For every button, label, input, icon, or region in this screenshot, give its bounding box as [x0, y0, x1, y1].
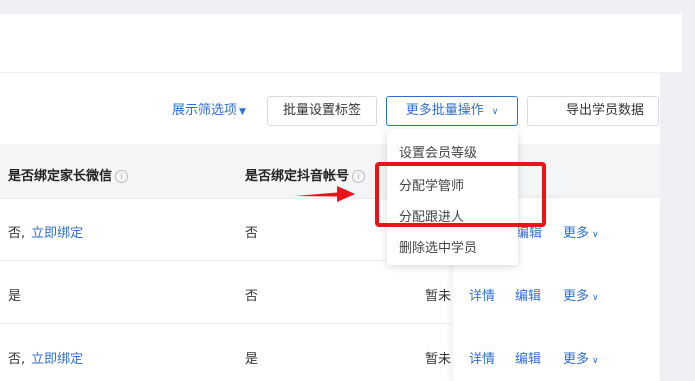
batch-set-label-button[interactable]: 批量设置标签: [267, 96, 377, 126]
table-row-wechat-cell: 否, 立即绑定: [8, 222, 83, 241]
cell-value: 否,: [8, 352, 26, 367]
more-link[interactable]: 更多 ∨: [563, 285, 599, 304]
column-header-label: 是否绑定家长微信: [8, 169, 113, 184]
show-filters-label: 展示筛选项: [172, 103, 238, 118]
top-panel: [0, 14, 682, 72]
info-icon[interactable]: i: [115, 170, 129, 183]
cell-value: 是: [8, 289, 22, 304]
more-batch-actions-button[interactable]: 更多批量操作 ∨: [386, 96, 518, 126]
arrow-right-icon: [295, 186, 355, 202]
chevron-down-icon: ▼: [239, 107, 246, 117]
table-row-wechat-cell: 否, 立即绑定: [8, 348, 83, 367]
more-link[interactable]: 更多 ∨: [563, 348, 599, 367]
column-header-label: 是否绑定抖音帐号: [245, 169, 350, 184]
more-label: 更多: [563, 352, 590, 367]
status-text: 暂未: [425, 352, 452, 367]
bind-now-link[interactable]: 立即绑定: [31, 352, 83, 367]
edit-link[interactable]: 编辑: [515, 285, 541, 304]
status-text: 暂未: [425, 289, 452, 304]
edit-link[interactable]: 编辑: [515, 348, 541, 367]
table-row-douyin-cell: 否: [245, 226, 259, 241]
column-header-wechat: 是否绑定家长微信 i: [8, 165, 129, 184]
highlight-box: [375, 162, 546, 227]
cell-value: 否,: [8, 226, 26, 241]
export-students-button[interactable]: 导出学员数据: [527, 96, 659, 126]
table-row-wechat-cell: 是: [8, 285, 21, 304]
table-row-douyin-cell: 否: [245, 289, 259, 304]
details-link[interactable]: 详情: [469, 348, 495, 367]
details-link[interactable]: 详情: [469, 285, 495, 304]
column-header-douyin: 是否绑定抖音帐号 i: [245, 165, 366, 184]
table-row-douyin-cell: 是: [245, 352, 259, 367]
more-batch-actions-label: 更多批量操作: [405, 103, 484, 118]
more-link[interactable]: 更多 ∨: [563, 222, 599, 241]
menu-item-delete-selected[interactable]: 删除选中学员: [399, 237, 477, 256]
bind-now-link[interactable]: 立即绑定: [31, 226, 83, 241]
more-label: 更多: [563, 226, 590, 241]
show-filters-toggle[interactable]: 展示筛选项 ▼: [172, 102, 246, 120]
chevron-down-icon: ∨: [592, 293, 599, 303]
chevron-down-icon: ∨: [592, 230, 599, 240]
menu-item-set-member-level[interactable]: 设置会员等级: [399, 142, 477, 161]
chevron-down-icon: ∨: [491, 107, 499, 117]
chevron-down-icon: ∨: [592, 356, 599, 366]
more-label: 更多: [563, 289, 590, 304]
info-icon[interactable]: i: [352, 170, 366, 183]
